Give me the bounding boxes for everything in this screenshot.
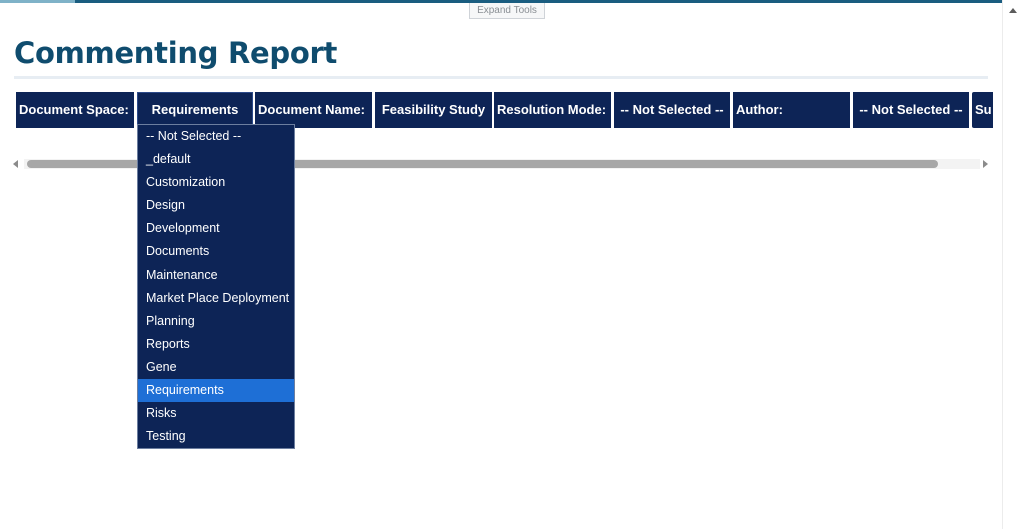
dropdown-option[interactable]: Design <box>138 194 294 217</box>
dropdown-option[interactable]: Risks <box>138 402 294 425</box>
dropdown-option[interactable]: Documents <box>138 240 294 263</box>
resolution-mode-label: Resolution Mode: <box>494 92 611 128</box>
scroll-up-arrow-icon[interactable] <box>1009 8 1017 13</box>
next-filter-label-partial: Su <box>972 92 993 128</box>
dropdown-option[interactable]: Market Place Deployment <box>138 287 294 310</box>
dropdown-option[interactable]: Planning <box>138 310 294 333</box>
vertical-scrollbar[interactable] <box>1002 0 1024 529</box>
filter-bar: Document Space: Requirements Document Na… <box>14 92 993 128</box>
scroll-right-arrow-icon[interactable] <box>983 160 988 168</box>
dropdown-option[interactable]: Reports <box>138 333 294 356</box>
dropdown-option[interactable]: Customization <box>138 171 294 194</box>
dropdown-option[interactable]: Maintenance <box>138 264 294 287</box>
page-title: Commenting Report <box>14 36 338 70</box>
title-divider <box>14 76 988 79</box>
resolution-mode-select[interactable]: -- Not Selected -- <box>614 92 730 128</box>
document-space-label: Document Space: <box>16 92 134 128</box>
dropdown-option[interactable]: Testing <box>138 425 294 448</box>
expand-tools-button[interactable]: Expand Tools <box>469 3 545 19</box>
dropdown-option[interactable]: Development <box>138 217 294 240</box>
dropdown-option[interactable]: Gene <box>138 356 294 379</box>
dropdown-option[interactable]: -- Not Selected -- <box>138 125 294 148</box>
document-space-select[interactable]: Requirements <box>137 92 253 128</box>
author-select[interactable]: -- Not Selected -- <box>853 92 969 128</box>
document-space-dropdown-list[interactable]: -- Not Selected -- _default Customizatio… <box>137 124 295 449</box>
scroll-left-arrow-icon[interactable] <box>13 160 18 168</box>
document-name-select[interactable]: Feasibility Study <box>375 92 492 128</box>
page: Expand Tools Commenting Report Document … <box>0 0 1024 529</box>
dropdown-option-selected[interactable]: Requirements <box>138 379 294 403</box>
dropdown-option[interactable]: _default <box>138 148 294 171</box>
author-label: Author: <box>733 92 850 128</box>
document-name-label: Document Name: <box>255 92 372 128</box>
